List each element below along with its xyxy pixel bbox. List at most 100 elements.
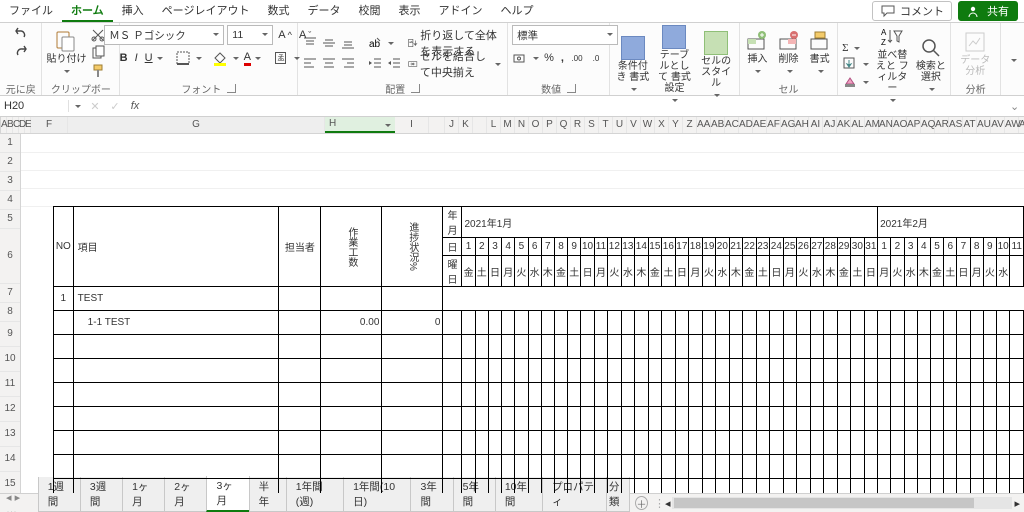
add-sheet-button[interactable]: ＋ [635,496,648,510]
column-header[interactable]: I [395,117,429,133]
column-header[interactable]: AH [795,117,809,133]
column-header[interactable]: M [501,117,515,133]
format-cell-button[interactable]: 書式 [806,29,833,77]
share-button[interactable]: 共有 [958,1,1018,21]
column-header[interactable]: AI [809,117,823,133]
row-header[interactable]: 7 [0,284,20,303]
table-format-button[interactable]: テーブルとして 書式設定 [656,25,694,106]
comma-icon[interactable]: , [559,49,566,67]
row-header[interactable]: 10 [0,347,20,372]
orientation-icon[interactable]: ab [367,35,383,51]
underline-button[interactable]: U [143,49,165,67]
column-header[interactable]: O [529,117,543,133]
column-header[interactable]: P [543,117,557,133]
font-color-icon[interactable]: A [242,49,263,67]
bold-button[interactable]: B [118,49,130,67]
column-header[interactable] [429,117,445,133]
column-header[interactable]: AQ [921,117,935,133]
number-format-select[interactable]: 標準 [512,25,618,45]
ribbon-options-icon[interactable] [1009,54,1017,66]
horizontal-scrollbar[interactable]: ◂ ▸ [665,494,1024,512]
clear-button[interactable] [842,74,869,90]
column-header[interactable]: AB [711,117,725,133]
delete-cell-button[interactable]: 削除 [775,29,802,77]
align-middle-icon[interactable] [321,35,337,51]
name-box[interactable]: H20 [0,100,69,112]
column-header[interactable]: AW [1005,117,1019,133]
row-header[interactable]: 9 [0,322,20,347]
namebox-dropdown-icon[interactable] [73,100,81,112]
menu-help[interactable]: ヘルプ [491,0,542,22]
grid[interactable]: 1234567891011121314151617 NO項目担当者作業工数進捗状… [0,134,1024,493]
row-header[interactable]: 11 [0,372,20,397]
row-header[interactable]: 2 [0,153,20,172]
menu-formulas[interactable]: 数式 [258,0,298,22]
cond-format-button[interactable]: 条件付き 書式 [614,36,652,95]
column-header[interactable]: AT [963,117,977,133]
row-header[interactable]: 8 [0,303,20,322]
row-header[interactable]: 12 [0,397,20,422]
currency-icon[interactable] [512,50,528,66]
column-header[interactable]: AN [879,117,893,133]
column-header[interactable]: S [585,117,599,133]
expand-formula-bar-icon[interactable]: ⌄ [1010,100,1024,113]
column-header[interactable]: H [325,117,395,133]
column-header[interactable]: T [599,117,613,133]
comments-button[interactable]: コメント [872,1,952,21]
font-size-select[interactable]: 11 [227,25,273,45]
column-header[interactable]: AX [1019,117,1024,133]
enter-formula-icon[interactable]: ✓ [105,100,125,113]
column-header[interactable]: W [641,117,655,133]
column-header[interactable]: X [655,117,669,133]
align-right-icon[interactable] [340,55,356,71]
column-header[interactable]: G [68,117,325,133]
phonetic-icon[interactable]: 孟 [273,50,289,66]
font-name-select[interactable]: ＭＳ Ｐゴシック [104,25,224,45]
border-icon[interactable] [175,50,191,66]
fill-button[interactable] [842,56,869,72]
menu-data[interactable]: データ [298,0,349,22]
menu-insert[interactable]: 挿入 [113,0,153,22]
autosum-button[interactable]: Σ [842,42,869,54]
column-header[interactable]: Q [557,117,571,133]
row-header[interactable]: 3 [0,172,20,191]
column-header[interactable]: AD [739,117,753,133]
menu-home[interactable]: ホーム [62,0,113,22]
sheet-nav[interactable]: ◂ ▸ … [0,494,38,512]
column-header[interactable] [473,117,487,133]
row-header[interactable]: 14 [0,447,20,472]
column-header[interactable]: AO [893,117,907,133]
column-header[interactable]: AA [697,117,711,133]
column-header[interactable]: J [445,117,459,133]
column-header[interactable]: K [459,117,473,133]
column-header[interactable]: U [613,117,627,133]
align-left-icon[interactable] [302,55,318,71]
menu-pagelayout[interactable]: ページレイアウト [153,0,259,22]
find-select-button[interactable]: 検索と 選択 [916,36,947,95]
column-header[interactable]: AR [935,117,949,133]
column-header[interactable]: AV [991,117,1005,133]
undo-icon[interactable] [13,25,29,41]
column-header[interactable]: L [487,117,501,133]
menu-review[interactable]: 校閲 [349,0,389,22]
insert-function-icon[interactable]: fx [125,100,145,112]
row-header[interactable]: 5 [0,210,20,229]
column-header[interactable]: AJ [823,117,837,133]
column-header[interactable]: Y [669,117,683,133]
copy-icon[interactable] [90,45,106,61]
column-header[interactable]: AS [949,117,963,133]
align-top-icon[interactable] [302,35,318,51]
sort-filter-button[interactable]: AZ並べ替えと フィルター [873,25,911,106]
data-analysis-button[interactable]: データ 分析 [955,30,995,77]
menu-file[interactable]: ファイル [0,0,62,22]
fill-color-icon[interactable] [212,50,228,66]
column-header[interactable]: AM [865,117,879,133]
insert-cell-button[interactable]: 挿入 [744,29,771,77]
cell-style-button[interactable]: セルの スタイル [697,31,735,101]
row-header[interactable]: 6 [0,229,20,284]
menu-view[interactable]: 表示 [389,0,429,22]
increase-font-icon[interactable]: A^ [276,26,294,44]
decrease-indent-icon[interactable] [367,55,383,71]
percent-icon[interactable]: % [542,49,556,67]
column-header[interactable]: AP [907,117,921,133]
